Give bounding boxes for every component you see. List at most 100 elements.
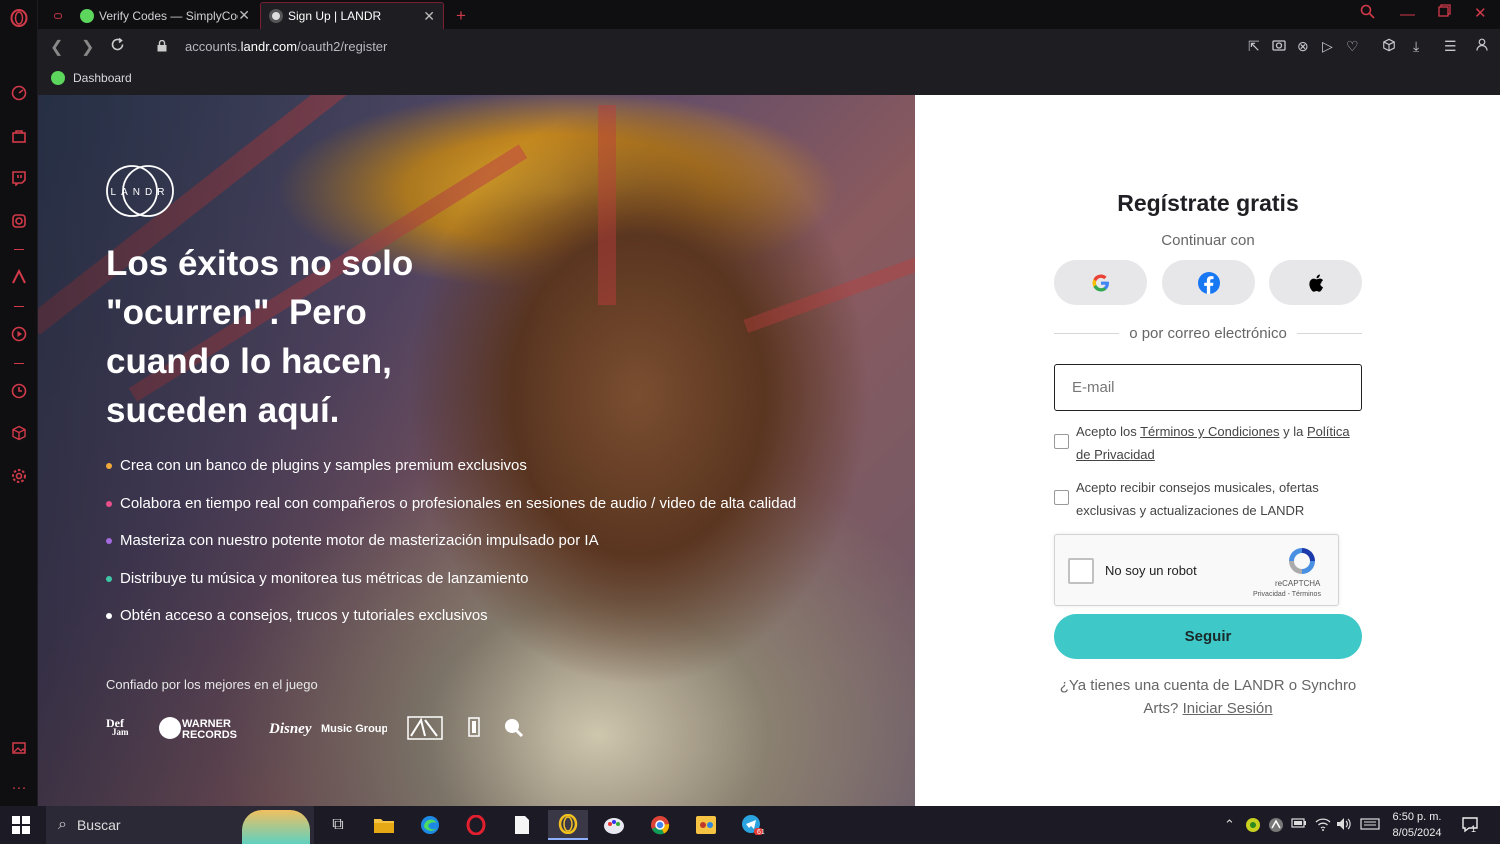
headline-line: suceden aquí. xyxy=(106,391,340,430)
paint-icon[interactable] xyxy=(594,810,634,840)
more-options-icon[interactable]: ··· xyxy=(9,777,29,797)
headline-line: Los éxitos no solo xyxy=(106,244,414,283)
recaptcha-checkbox[interactable] xyxy=(1068,558,1094,584)
wifi-icon[interactable] xyxy=(1315,817,1331,834)
url-field[interactable]: accounts.landr.com/oauth2/register xyxy=(185,39,387,54)
share-icon[interactable]: ⇱ xyxy=(1248,38,1260,55)
email-field[interactable] xyxy=(1054,364,1362,411)
tab-landr[interactable]: Sign Up | LANDR ✕ xyxy=(260,2,444,29)
sidebar-divider xyxy=(14,363,24,364)
terms-link[interactable]: Términos y Condiciones xyxy=(1140,424,1279,439)
tab-close-icon[interactable]: ✕ xyxy=(423,8,435,25)
recaptcha-terms[interactable]: Privacidad - Términos xyxy=(1253,591,1321,598)
telegram-icon[interactable]: 61 xyxy=(732,810,772,840)
svg-text:Jam: Jam xyxy=(112,727,129,737)
terms-consent-text: Acepto los Términos y Condiciones y la P… xyxy=(1076,421,1362,466)
address-bar: ❮ ❯ accounts.landr.com/oauth2/register ⇱… xyxy=(38,29,1500,65)
download-icon[interactable]: ⤓ xyxy=(1413,38,1419,55)
login-link[interactable]: Iniciar Sesión xyxy=(1183,700,1273,717)
settings-gear-icon[interactable] xyxy=(9,466,29,486)
reload-icon[interactable] xyxy=(110,37,125,57)
dashboard-favicon-icon xyxy=(51,71,65,85)
google-signin-button[interactable] xyxy=(1054,260,1147,305)
facebook-signin-button[interactable] xyxy=(1162,260,1255,305)
shopping-icon[interactable] xyxy=(9,126,29,146)
continue-button[interactable]: Seguir xyxy=(1054,614,1362,659)
opera-logo-icon[interactable] xyxy=(9,8,29,28)
bookmark-dashboard[interactable]: Dashboard xyxy=(51,71,132,85)
minimize-icon[interactable]: — xyxy=(1400,6,1415,23)
taskbar-search[interactable]: ⌕ Buscar xyxy=(46,806,314,844)
search-tabs-icon[interactable] xyxy=(1360,4,1375,23)
game-app-icon[interactable] xyxy=(686,810,726,840)
instagram-icon[interactable] xyxy=(9,211,29,231)
terms-checkbox[interactable] xyxy=(1054,434,1069,449)
tray-overflow-icon[interactable]: ⌃ xyxy=(1224,817,1235,833)
divider-line xyxy=(1296,333,1362,334)
notifications-icon[interactable]: 1 xyxy=(1461,815,1481,838)
gallery-icon[interactable] xyxy=(9,738,29,758)
system-clock[interactable]: 6:50 p. m. 8/05/2024 xyxy=(1390,809,1444,841)
player-icon[interactable] xyxy=(9,324,29,344)
extensions-cube-icon[interactable] xyxy=(9,423,29,443)
restore-icon[interactable] xyxy=(1438,4,1451,21)
file-explorer-icon[interactable] xyxy=(364,810,404,840)
tray-app-icon[interactable] xyxy=(1245,817,1261,836)
easy-setup-icon[interactable]: ☰ xyxy=(1444,38,1457,55)
sidebar-divider xyxy=(14,306,24,307)
feature-list: Crea con un banco de plugins y samples p… xyxy=(106,447,796,635)
task-view-icon[interactable]: ⧉ xyxy=(318,810,358,840)
login-prompt: ¿Ya tienes una cuenta de LANDR o Synchro… xyxy=(1054,675,1362,720)
notepad-icon[interactable] xyxy=(502,810,542,840)
background-beam xyxy=(598,105,616,305)
bullet-dot-icon xyxy=(106,613,112,619)
aria-ai-icon[interactable] xyxy=(9,267,29,287)
volume-icon[interactable] xyxy=(1336,817,1352,834)
tab-close-icon[interactable]: ✕ xyxy=(238,7,250,24)
landr-signup-page: LANDR Los éxitos no solo "ocurren". Pero… xyxy=(38,95,1500,806)
tab-title: Sign Up | LANDR xyxy=(288,9,382,23)
sidebar-divider xyxy=(14,249,24,250)
bullet-dot-icon xyxy=(106,500,112,507)
speed-dial-icon[interactable] xyxy=(9,83,29,103)
trusted-label: Confiado por los mejores en el juego xyxy=(106,677,318,692)
extensions-icon[interactable] xyxy=(1382,38,1396,55)
heart-icon[interactable]: ♡ xyxy=(1346,38,1359,55)
chrome-icon[interactable] xyxy=(640,810,680,840)
feature-text: Obtén acceso a consejos, trucos y tutori… xyxy=(120,607,488,625)
bookmarks-bar: Dashboard xyxy=(38,65,1500,95)
windows-start-icon[interactable] xyxy=(12,816,30,834)
brand-logo-atlantic xyxy=(407,716,443,745)
send-icon[interactable]: ▷ xyxy=(1322,38,1333,55)
tray-vpn-icon[interactable] xyxy=(1268,817,1284,836)
edge-icon[interactable] xyxy=(410,810,450,840)
history-icon[interactable] xyxy=(9,381,29,401)
tab-simplycodes[interactable]: Verify Codes — SimplyCodes ✕ xyxy=(72,2,258,29)
forward-icon[interactable]: ❯ xyxy=(81,37,94,57)
terms-consent-row: Acepto los Términos y Condiciones y la P… xyxy=(1054,421,1362,466)
snapshot-camera-icon[interactable] xyxy=(1272,38,1286,54)
search-highlight-icon xyxy=(242,810,310,844)
lock-icon[interactable] xyxy=(157,39,167,52)
landr-favicon-icon xyxy=(269,9,283,23)
keyboard-icon[interactable] xyxy=(1360,817,1380,834)
opera-gx-taskbar-icon[interactable] xyxy=(548,810,588,840)
marketing-checkbox[interactable] xyxy=(1054,490,1069,505)
new-tab-icon[interactable]: + xyxy=(448,2,474,29)
ad-blocker-icon[interactable]: ⊗ xyxy=(1297,38,1309,55)
workspaces-icon[interactable] xyxy=(46,2,70,29)
notification-count: 1 xyxy=(1471,824,1477,834)
landr-logo[interactable]: LANDR xyxy=(106,163,174,219)
tab-title: Verify Codes — SimplyCodes xyxy=(99,8,238,23)
profile-icon[interactable] xyxy=(1476,38,1488,54)
close-window-icon[interactable]: ✕ xyxy=(1474,4,1487,22)
back-icon[interactable]: ❮ xyxy=(50,37,63,57)
battery-icon[interactable] xyxy=(1291,817,1307,832)
divider-line xyxy=(1054,333,1120,334)
marketing-consent-text: Acepto recibir consejos musicales, ofert… xyxy=(1076,480,1319,518)
twitch-icon[interactable] xyxy=(9,168,29,188)
opera-taskbar-icon[interactable] xyxy=(456,810,496,840)
apple-signin-button[interactable] xyxy=(1269,260,1362,305)
svg-text:RECORDS: RECORDS xyxy=(182,729,237,740)
svg-text:Music Group: Music Group xyxy=(321,723,387,735)
